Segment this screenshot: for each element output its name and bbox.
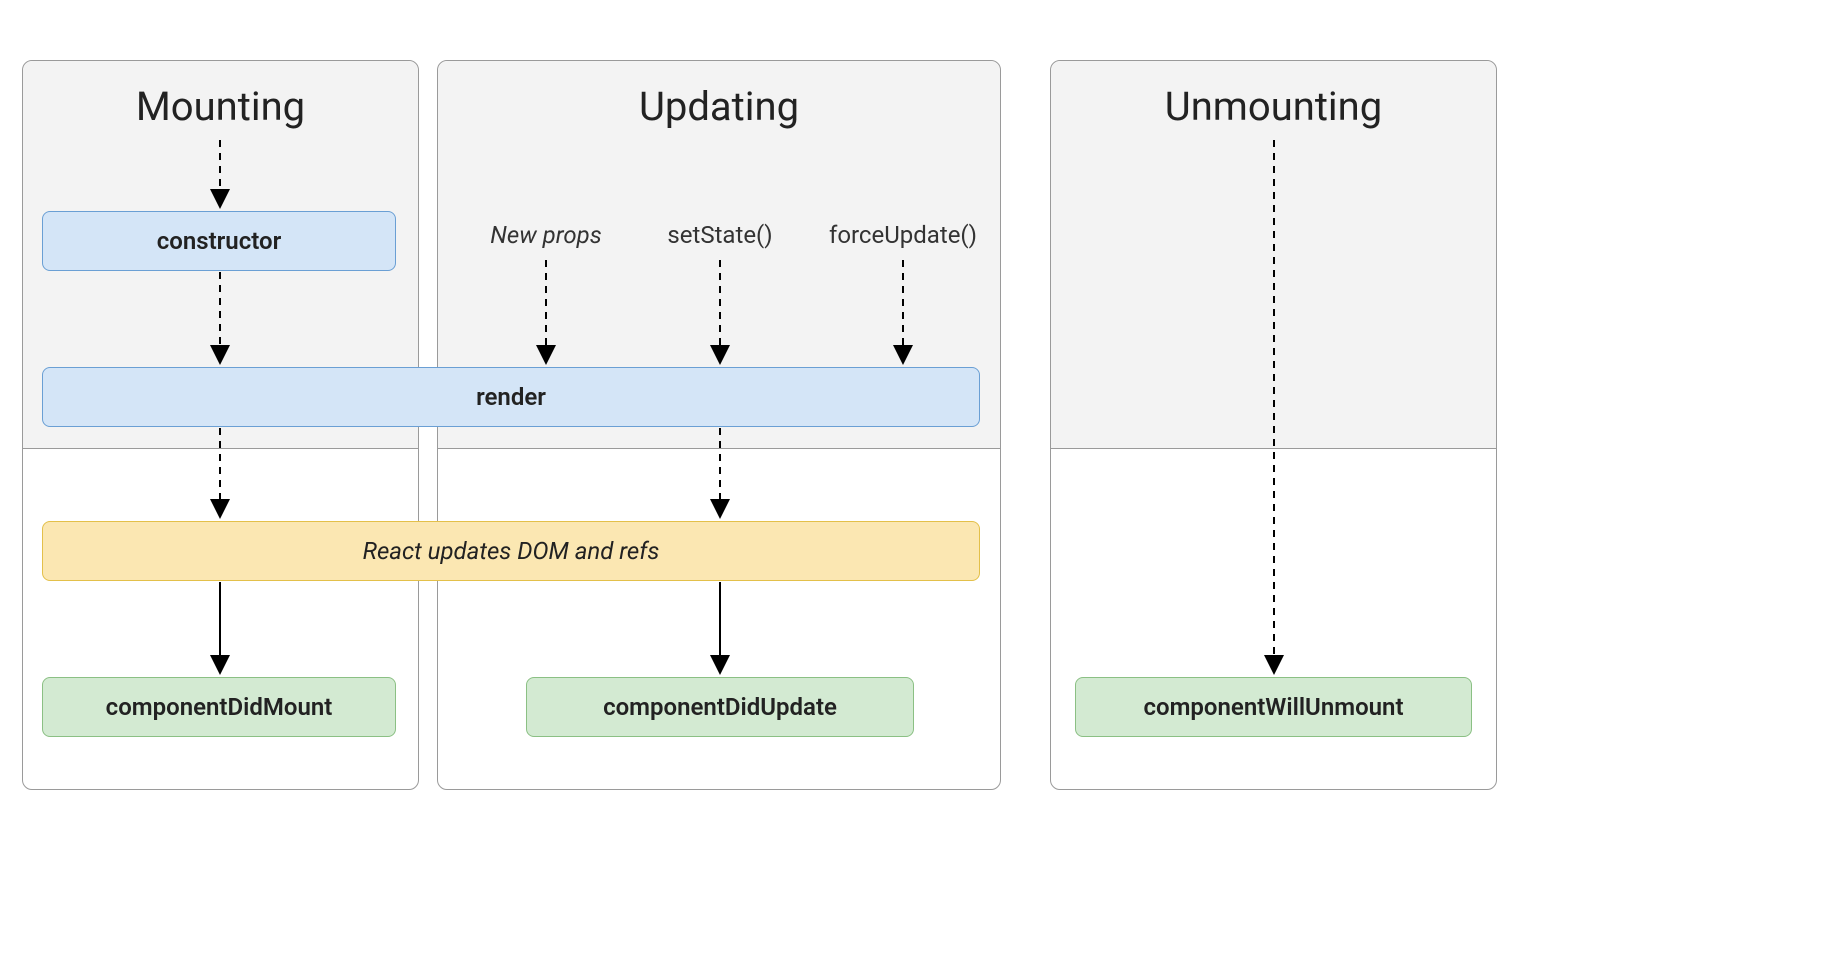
lifecycle-diagram: Mounting Updating Unmounting constructor… xyxy=(0,0,1831,961)
dom-update-box: React updates DOM and refs xyxy=(42,521,980,581)
component-will-unmount-box[interactable]: componentWillUnmount xyxy=(1075,677,1472,737)
render-box[interactable]: render xyxy=(42,367,980,427)
component-did-update-box[interactable]: componentDidUpdate xyxy=(526,677,914,737)
mounting-title: Mounting xyxy=(23,83,418,130)
unmounting-title: Unmounting xyxy=(1051,83,1496,130)
component-did-mount-box[interactable]: componentDidMount xyxy=(42,677,396,737)
updating-title: Updating xyxy=(438,83,1000,130)
constructor-box[interactable]: constructor xyxy=(42,211,396,271)
trigger-new-props: New props xyxy=(486,221,606,249)
trigger-force-update: forceUpdate() xyxy=(828,221,978,249)
trigger-set-state: setState() xyxy=(665,221,775,249)
